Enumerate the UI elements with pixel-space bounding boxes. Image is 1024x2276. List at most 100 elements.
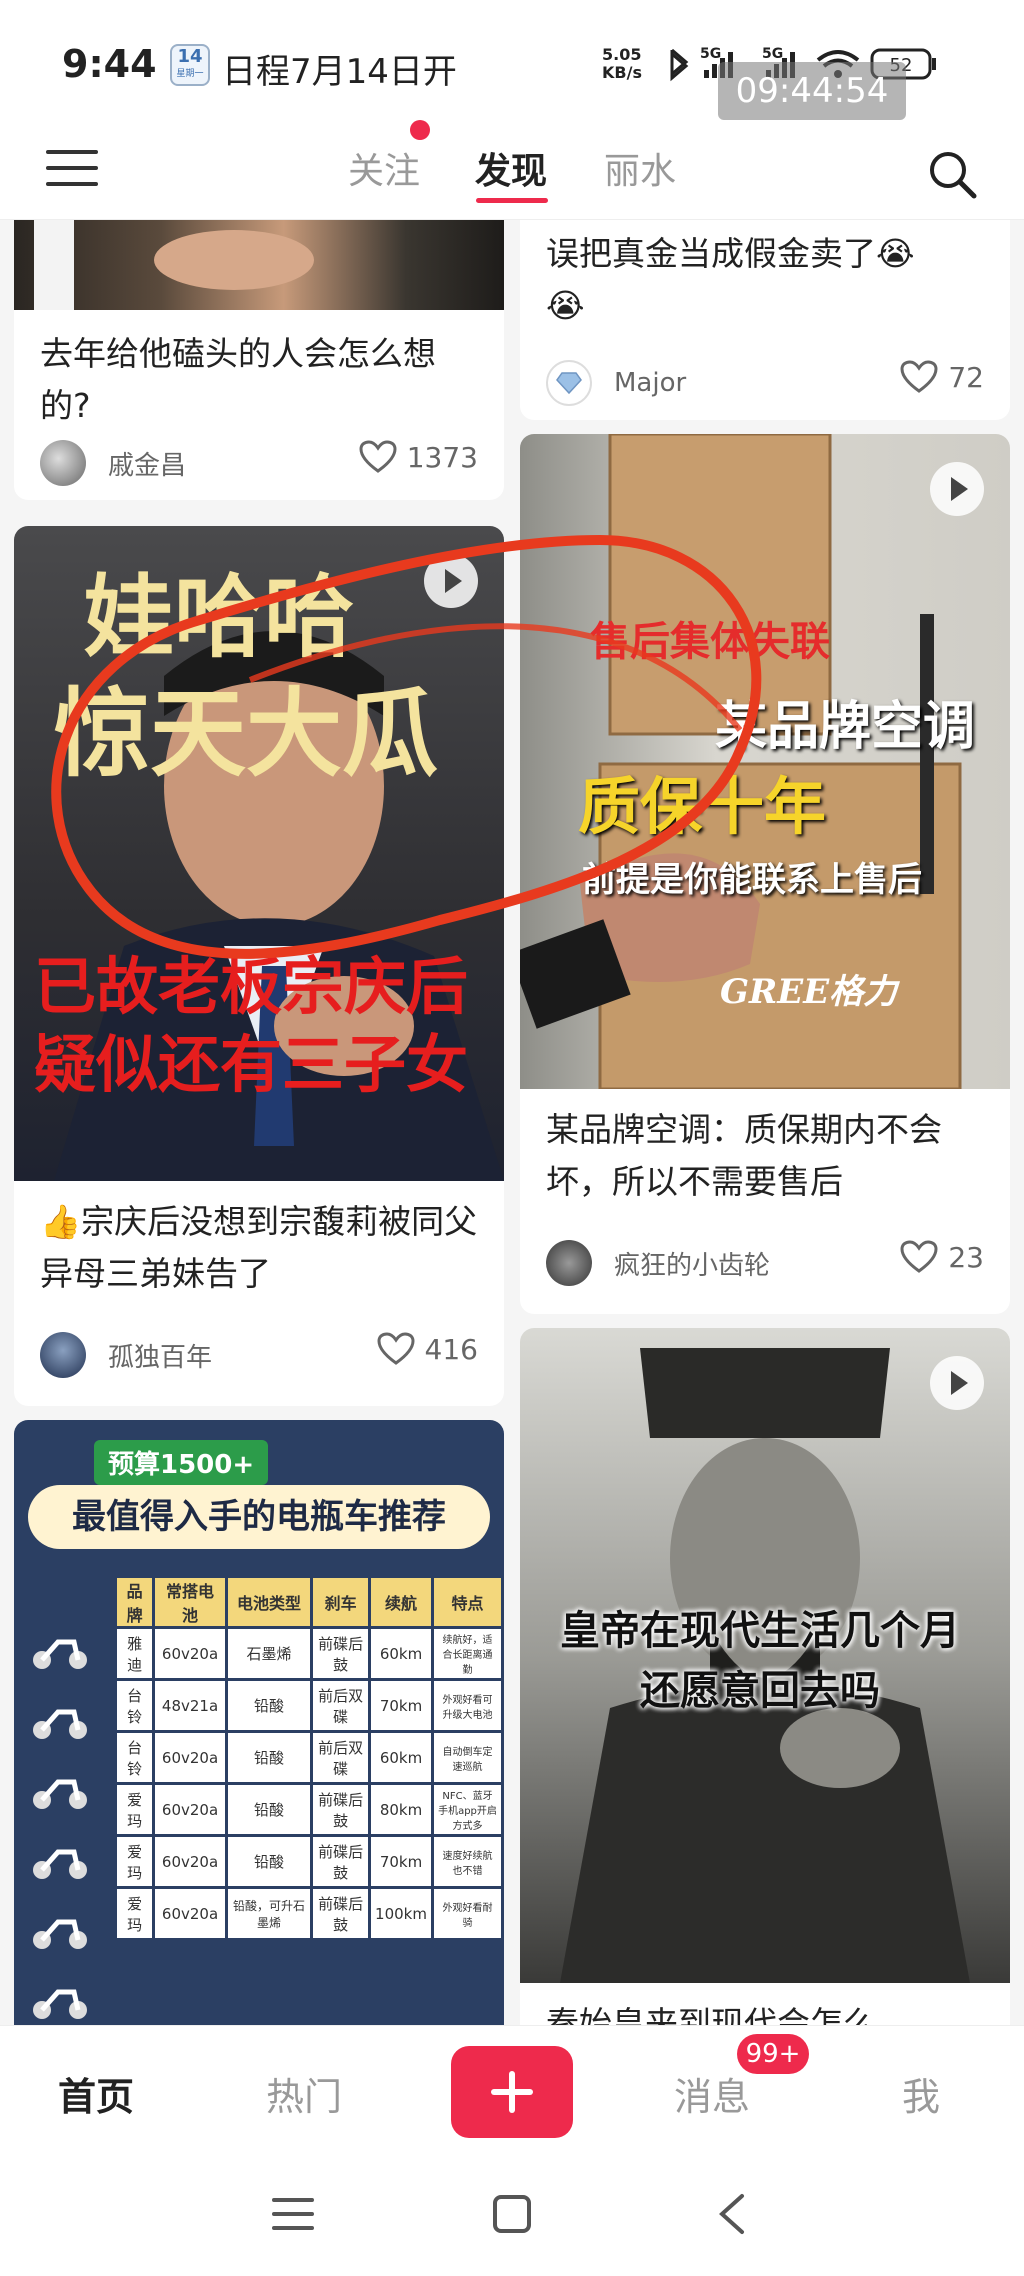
table-row: 爱玛 60v20a 铅酸 前碟后鼓 70km 速度好续航也不错	[113, 1834, 504, 1889]
table-header: 品牌	[113, 1575, 156, 1629]
top-nav: 关注 发现 丽水	[0, 130, 1024, 220]
svg-text:5G: 5G	[700, 46, 721, 62]
table-cell: 铅酸，可升石墨烯	[224, 1886, 314, 1941]
table-row: 台铃 60v20a 铅酸 前后双碟 60km 自动倒车定速巡航	[113, 1730, 504, 1785]
add-post-button[interactable]	[451, 2046, 573, 2138]
avatar	[40, 440, 86, 486]
nav-home[interactable]: 首页	[58, 2066, 134, 2121]
image-caption: 前提是你能联系上售后	[582, 860, 922, 900]
calendar-day: 14	[177, 46, 203, 67]
feed-card[interactable]: 娃哈哈 惊天大瓜 已故老板宗庆后 疑似还有三子女 👍宗庆后没想到宗馥莉被同父异母…	[14, 526, 504, 1406]
card-image: 售后集体失联 某品牌空调 质保十年 前提是你能联系上售后 GREE格力	[520, 434, 1010, 1089]
nav-hot[interactable]: 热门	[266, 2066, 342, 2121]
author-name: 疯狂的小齿轮	[614, 1250, 771, 1281]
table-cell: 48v21a	[152, 1678, 228, 1733]
scooter-icon	[33, 1919, 87, 1949]
home-square-icon[interactable]	[492, 2194, 532, 2234]
feed-card[interactable]: 去年给他磕头的人会怎么想的? 戚金昌 1373	[14, 220, 504, 500]
avatar	[40, 1332, 86, 1378]
bluetooth-icon	[670, 48, 689, 82]
back-icon[interactable]	[716, 2192, 746, 2236]
table-cell: 60v20a	[152, 1626, 228, 1681]
table-cell: 铅酸	[224, 1782, 314, 1837]
scooter-icon	[33, 1709, 87, 1739]
like-count[interactable]: 416	[377, 1332, 478, 1366]
calendar-icon: 14 星期一	[170, 44, 210, 86]
nav-me[interactable]: 我	[902, 2066, 940, 2121]
image-caption: 惊天大瓜	[54, 677, 438, 790]
like-count[interactable]: 1373	[359, 440, 478, 474]
table-cell: 60v20a	[152, 1730, 228, 1785]
card-author[interactable]: 孤独百年	[40, 1332, 212, 1378]
table-cell: 速度好续航也不错	[431, 1834, 504, 1889]
tab-discover[interactable]: 发现	[475, 142, 547, 194]
card-title: 👍宗庆后没想到宗馥莉被同父异母三弟妹告了	[40, 1202, 478, 1293]
author-name: Major	[614, 368, 687, 398]
table-cell: 前碟后鼓	[310, 1782, 372, 1837]
active-tab-indicator	[476, 198, 548, 203]
table-cell: 70km	[368, 1834, 434, 1889]
feed-card[interactable]: 皇帝在现代生活几个月 还愿意回去吗 秦始皇来到现代会怎么	[520, 1328, 1010, 2025]
table-cell: 60km	[368, 1730, 434, 1785]
table-cell: 爱玛	[113, 1834, 156, 1889]
hand-photo	[34, 220, 314, 310]
scooter-icon	[33, 1989, 87, 2019]
calendar-weekday: 星期一	[176, 69, 204, 79]
scooter-icons	[28, 1620, 100, 2025]
card-title: 误把真金当成假金卖了😭 😭	[546, 228, 990, 332]
diamond-icon	[556, 372, 582, 395]
card-author[interactable]: 戚金昌	[40, 440, 186, 486]
like-number: 23	[948, 1240, 984, 1274]
card-title-line: 误把真金当成假金卖了😭	[546, 234, 915, 273]
card-image	[14, 220, 504, 310]
scooter-icon	[33, 1849, 87, 1879]
image-caption: 质保十年	[578, 770, 827, 843]
status-time: 9:44	[62, 42, 157, 86]
tab-follow[interactable]: 关注	[348, 142, 420, 194]
box-brand-label: GREE格力	[720, 972, 898, 1012]
tab-local[interactable]: 丽水	[604, 142, 676, 194]
table-row: 台铃 48v21a 铅酸 前后双碟 70km 外观好看可升级大电池	[113, 1678, 504, 1733]
bottom-nav: 首页 热门 消息 99+ 我	[0, 2025, 1024, 2156]
like-count[interactable]: 72	[900, 360, 984, 394]
table-header: 续航	[368, 1575, 434, 1629]
image-caption: 已故老板宗庆后	[34, 950, 469, 1023]
table-cell: 石墨烯	[224, 1626, 314, 1681]
play-icon	[930, 1356, 984, 1410]
avatar	[546, 1240, 592, 1286]
feed-card[interactable]: 误把真金当成假金卖了😭 😭 Major 72	[520, 220, 1010, 420]
heart-icon	[900, 1240, 938, 1273]
table-cell: 外观好看可升级大电池	[431, 1678, 504, 1733]
card-author[interactable]: Major	[546, 360, 686, 406]
table-cell: 自动倒车定速巡航	[431, 1730, 504, 1785]
author-name: 孤独百年	[108, 1342, 213, 1373]
table-cell: 前碟后鼓	[310, 1834, 372, 1889]
like-count[interactable]: 23	[900, 1240, 984, 1274]
table-header-row: 品牌 常搭电池 电池类型 刹车 续航 特点	[113, 1575, 504, 1629]
table-row: 爱玛 60v20a 铅酸，可升石墨烯 前碟后鼓 100km 外观好看耐骑	[113, 1886, 504, 1941]
table-cell: 70km	[368, 1678, 434, 1733]
card-title: 秦始皇来到现代会怎么	[546, 2004, 876, 2025]
feed-card[interactable]: 售后集体失联 某品牌空调 质保十年 前提是你能联系上售后 GREE格力 某品牌空…	[520, 434, 1010, 1314]
table-cell: 60v20a	[152, 1834, 228, 1889]
menu-icon[interactable]	[46, 150, 98, 194]
table-cell: 铅酸	[224, 1678, 314, 1733]
image-caption: 疑似还有三子女	[34, 1028, 469, 1101]
table-cell: 爱玛	[113, 1886, 156, 1941]
author-name: 戚金昌	[108, 450, 187, 481]
table-cell: 续航好，适合长距离通勤	[431, 1626, 504, 1681]
messages-badge: 99+	[737, 2034, 809, 2074]
table-cell: 外观好看耐骑	[431, 1886, 504, 1941]
table-cell: 60v20a	[152, 1886, 228, 1941]
card-title: 去年给他磕头的人会怎么想的?	[40, 334, 436, 425]
like-number: 72	[948, 360, 984, 394]
nav-messages[interactable]: 消息	[674, 2066, 750, 2121]
net-speed: 5.05 KB/s	[602, 46, 642, 82]
card-title-line2: 😭	[546, 286, 585, 325]
image-caption: 还愿意回去吗	[640, 1668, 880, 1714]
card-author[interactable]: 疯狂的小齿轮	[546, 1240, 770, 1286]
feed-card[interactable]: 预算1500+ 最值得入手的电瓶车推荐 品牌 常搭电池 电池类型 刹车 续航 特…	[14, 1420, 504, 2025]
table-cell: 100km	[368, 1886, 434, 1941]
search-icon[interactable]	[926, 148, 978, 200]
recents-menu-icon[interactable]	[272, 2196, 314, 2232]
